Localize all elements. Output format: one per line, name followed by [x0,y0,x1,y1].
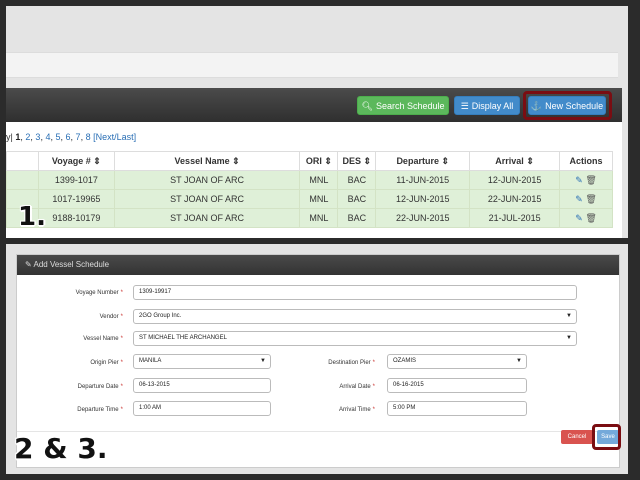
arrival-date-label: Arrival Date * [339,384,375,390]
cell-vessel: ST JOAN OF ARC [113,208,301,228]
page-link[interactable]: 7 [76,132,81,142]
arrival-time-input[interactable]: 5:00 PM [387,401,527,416]
header-area [6,6,628,52]
caret-down-icon: ▼ [260,358,266,364]
cell-ori: MNL [299,208,339,228]
cell-vessel: ST JOAN OF ARC [113,189,301,209]
arrival-time-label: Arrival Time * [338,407,375,413]
trash-icon[interactable]: 🗑︎ [585,175,596,185]
cell-arrival: 22-JUN-2015 [469,189,560,209]
edit-icon[interactable]: ✎ [575,194,583,204]
table-row: 9188-10179 ST JOAN OF ARC MNL BAC 22-JUN… [6,208,613,228]
page-link[interactable]: 6 [66,132,71,142]
search-schedule-button[interactable]: 🔍︎ Search Schedule [357,96,449,115]
cell-arrival: 21-JUL-2015 [469,208,560,228]
edit-icon[interactable]: ✎ [575,213,583,223]
voyage-number-input[interactable]: 1309-19917 [133,285,577,300]
column-header[interactable]: DES ⇕ [337,151,377,171]
column-header[interactable]: Departure ⇕ [375,151,471,171]
table-row: 1399-1017 ST JOAN OF ARC MNL BAC 11-JUN-… [6,170,613,190]
pencil-icon: ✎ [25,260,32,269]
cell-arrival: 12-JUN-2015 [469,170,560,190]
departure-time-label: Departure Time * [77,407,123,413]
list-icon: ☰ [460,101,469,111]
highlight-box [592,424,621,450]
vendor-select[interactable]: 2GO Group Inc. ▼ [133,309,577,324]
page-link[interactable]: 5 [55,132,60,142]
schedule-list-panel: 🔍︎ Search Schedule ☰ Display All ⚓ New Sche… [6,6,628,238]
cell-des: BAC [337,170,377,190]
edit-icon[interactable]: ✎ [575,175,583,185]
cell-departure: 11-JUN-2015 [375,170,471,190]
cell-actions: ✎ 🗑︎ [559,189,613,209]
arrival-date-input[interactable]: 06-16-2015 [387,378,527,393]
pagination: y| 1, 2, 3, 4, 5, 6, 7, 8 [Next/Last] [6,132,137,142]
search-icon: 🔍︎ [361,101,373,111]
table-header-row: Voyage # ⇕ Vessel Name ⇕ ORI ⇕ DES ⇕ Dep… [6,151,613,171]
step-label-2-3: 2 & 3. [14,432,108,465]
cancel-button[interactable]: Cancel [561,430,593,444]
cell-voyage: 1399-1017 [37,170,115,190]
trash-icon[interactable]: 🗑︎ [585,213,596,223]
caret-down-icon: ▼ [566,313,572,319]
modal-title: Add Vessel Schedule [33,260,110,269]
page-current: 1 [15,132,21,142]
destination-pier-label: Destination Pier * [328,360,375,366]
column-header[interactable]: Voyage # ⇕ [37,151,115,171]
page-link[interactable]: 8 [86,132,91,142]
caret-down-icon: ▼ [566,335,572,341]
modal-header: ✎ Add Vessel Schedule [17,255,619,275]
page-link[interactable]: 2 [25,132,30,142]
voyage-number-label: Voyage Number * [75,290,123,296]
departure-date-label: Departure Date * [77,384,123,390]
step-label-1: 1. [18,202,46,232]
schedule-table: Voyage # ⇕ Vessel Name ⇕ ORI ⇕ DES ⇕ Dep… [6,151,613,228]
cell-voyage: 1017-19965 [37,189,115,209]
column-header[interactable]: ORI ⇕ [299,151,339,171]
departure-time-input[interactable]: 1:00 AM [133,401,271,416]
cell-ori: MNL [299,189,339,209]
origin-pier-label: Origin Pier * [90,360,123,366]
destination-pier-select[interactable]: OZAMIS ▼ [387,354,527,369]
table-row: 1017-19965 ST JOAN OF ARC MNL BAC 12-JUN… [6,189,613,209]
departure-date-input[interactable]: 06-13-2015 [133,378,271,393]
column-header[interactable]: Arrival ⇕ [469,151,560,171]
page-link[interactable]: 3 [35,132,40,142]
page-link[interactable]: 4 [45,132,50,142]
add-schedule-panel: ✎ Add Vessel Schedule Voyage Number * 130… [6,244,628,474]
column-header: Actions [559,151,613,171]
cell-voyage: 9188-10179 [37,208,115,228]
vendor-label: Vendor * [99,314,123,320]
cell-ori: MNL [299,170,339,190]
cell-actions: ✎ 🗑︎ [559,170,613,190]
cell-actions: ✎ 🗑︎ [559,208,613,228]
cell-departure: 22-JUN-2015 [375,208,471,228]
cell-des: BAC [337,208,377,228]
origin-pier-select[interactable]: MANILA ▼ [133,354,271,369]
toolbar: 🔍︎ Search Schedule ☰ Display All ⚓ New Sche… [6,88,622,122]
filter-bar [6,52,618,78]
cell-vessel: ST JOAN OF ARC [113,170,301,190]
vessel-name-label: Vessel Name * [83,336,123,342]
highlight-box [523,91,612,120]
vessel-name-select[interactable]: ST MICHAEL THE ARCHANGEL ▼ [133,331,577,346]
next-last-link[interactable]: [Next/Last] [93,132,136,142]
caret-down-icon: ▼ [516,358,522,364]
cell-departure: 12-JUN-2015 [375,189,471,209]
trash-icon[interactable]: 🗑︎ [585,194,596,204]
cell-des: BAC [337,189,377,209]
display-all-button[interactable]: ☰ Display All [454,96,520,115]
column-header[interactable]: Vessel Name ⇕ [113,151,301,171]
